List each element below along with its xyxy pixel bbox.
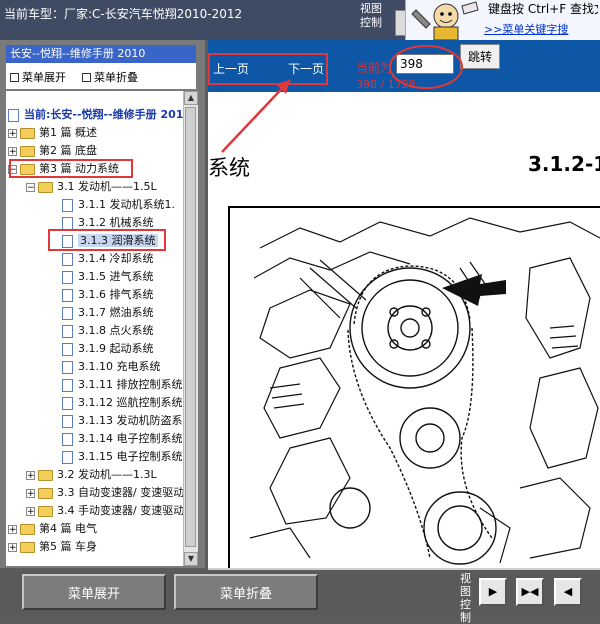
cartoon-mascot-icon [411, 1, 479, 40]
current-page-label: 当前为 [356, 61, 393, 75]
document-icon [62, 324, 73, 338]
tree-item-3-1-3[interactable]: 3.1.3 润滑系统 [62, 232, 158, 249]
expand-icon [10, 72, 19, 82]
section-number: 3.1.2-1 [528, 152, 600, 176]
annotation-arrow [221, 79, 291, 153]
scroll-up-icon[interactable]: ▲ [184, 91, 198, 105]
collapse-toggle-icon[interactable]: − [26, 182, 35, 192]
bottom-view-control-label: 视图控制 [460, 572, 471, 624]
tree-expand-button[interactable]: 菜单展开 [10, 69, 66, 85]
ad-link[interactable]: >>菜单关键字搜 [484, 21, 568, 37]
document-icon [8, 108, 19, 122]
folder-icon [38, 469, 53, 481]
document-icon [62, 270, 73, 284]
folder-open-icon [20, 163, 35, 175]
sidebar-header: 长安--悦翔--维修手册 2010 [6, 45, 196, 63]
folder-icon [38, 487, 53, 499]
ad-text: 键盘按 Ctrl+F 查找文字! [488, 2, 598, 16]
tree-item-3-1-6[interactable]: 3.1.6 排气系统 [62, 286, 154, 303]
tree-item-chapter-2[interactable]: + 第2 篇 底盘 [8, 142, 97, 159]
tree-item-3-1-10[interactable]: 3.1.10 充电系统 [62, 358, 160, 375]
tree-expand-label: 菜单展开 [22, 71, 66, 84]
sidebar-actions: 菜单展开 菜单折叠 [6, 63, 196, 89]
tree-item-3-1-14[interactable]: 3.1.14 电子控制系统 [62, 430, 182, 447]
tree-collapse-button[interactable]: 菜单折叠 [82, 69, 138, 85]
folder-icon [38, 505, 53, 517]
folder-icon [20, 541, 35, 553]
view-split-icon[interactable]: ▶◀ [516, 578, 544, 606]
document-viewer: 上一页 下一页 当前为 跳转 398 / 1728 系统 3.1.2-1 [208, 40, 600, 568]
engine-timing-belt-illustration [249, 217, 600, 565]
ad-banner[interactable]: 键盘按 Ctrl+F 查找文字! >>菜单关键字搜 [405, 0, 600, 40]
expand-toggle-icon[interactable]: + [8, 524, 17, 534]
tree-item-3-1-11[interactable]: 3.1.11 排放控制系统 [62, 376, 182, 393]
document-icon [62, 396, 73, 410]
tree-item-3-1-15[interactable]: 3.1.15 电子控制系统 [62, 448, 182, 465]
tree-item-chapter-3[interactable]: − 第3 篇 动力系统 [8, 160, 119, 177]
expand-toggle-icon[interactable]: + [26, 506, 35, 516]
tree-root[interactable]: 当前:长安--悦翔--维修手册 2010 [8, 106, 183, 123]
expand-toggle-icon[interactable]: + [26, 470, 35, 480]
tree-scrollbar[interactable]: ▲ ▼ [183, 91, 198, 566]
jump-button[interactable]: 跳转 [460, 44, 500, 69]
document-icon [62, 414, 73, 428]
document-icon [62, 342, 73, 356]
view-left-arrow-icon[interactable]: ◀ [554, 578, 582, 606]
window-title: 当前车型：厂家:C-长安汽车悦翔2010-2012 [4, 7, 243, 21]
expand-toggle-icon[interactable]: + [8, 542, 17, 552]
tree-root-label: 当前:长安--悦翔--维修手册 2010 [24, 108, 183, 121]
menu-collapse-button[interactable]: 菜单折叠 [174, 574, 318, 610]
document-icon [62, 306, 73, 320]
tree-item-3-1-1[interactable]: 3.1.1 发动机系统1. [62, 196, 175, 213]
document-heading: 系统 [208, 156, 250, 180]
tree-item-3-1-5[interactable]: 3.1.5 进气系统 [62, 268, 154, 285]
tree-item-3-1-13[interactable]: 3.1.13 发动机防盗系统 [62, 412, 183, 429]
sidebar: 长安--悦翔--维修手册 2010 菜单展开 菜单折叠 当前:长安--悦翔--维… [0, 40, 205, 568]
bottom-toolbar: 菜单展开 菜单折叠 视图控制 ▶ ▶◀ ◀ [0, 570, 600, 624]
manual-tree[interactable]: 当前:长安--悦翔--维修手册 2010 + 第1 篇 概述 + 第2 篇 底盘 −… [6, 91, 183, 566]
engine-diagram [228, 206, 600, 568]
highlight-ellipse [389, 45, 463, 89]
document-icon [62, 252, 73, 266]
tree-item-3-3[interactable]: +3.3 自动变速器/ 变速驱动 [26, 484, 183, 501]
tree-item-chapter-5[interactable]: + 第5 篇 车身 [8, 538, 97, 555]
tree-item-3-1-2[interactable]: 3.1.2 机械系统 [62, 214, 154, 231]
menu-expand-button[interactable]: 菜单展开 [22, 574, 166, 610]
tree-item-3-4[interactable]: +3.4 手动变速器/ 变速驱动 [26, 502, 183, 519]
tree-item-3-1-4[interactable]: 3.1.4 冷却系统 [62, 250, 154, 267]
tree-item-chapter-1[interactable]: + 第1 篇 概述 [8, 124, 97, 141]
tree-item-3-2[interactable]: +3.2 发动机——1.3L [26, 466, 157, 483]
tree-item-3-1-8[interactable]: 3.1.8 点火系统 [62, 322, 154, 339]
document-icon [62, 450, 73, 464]
view-right-arrow-icon[interactable]: ▶ [479, 578, 507, 606]
document-icon [62, 288, 73, 302]
document-icon [62, 198, 73, 212]
title-bar: 当前车型：厂家:C-长安汽车悦翔2010-2012 视图控制 键盘按 Ctrl+… [0, 0, 600, 40]
tree-item-chapter-4[interactable]: + 第4 篇 电气 [8, 520, 97, 537]
tree-item-3-1-7[interactable]: 3.1.7 燃油系统 [62, 304, 154, 321]
folder-icon [20, 127, 35, 139]
tree-item-3-1[interactable]: −3.1 发动机——1.5L [26, 178, 157, 195]
collapse-toggle-icon[interactable]: − [8, 164, 17, 174]
tree-item-3-1-12[interactable]: 3.1.12 巡航控制系统 [62, 394, 182, 411]
expand-toggle-icon[interactable]: + [26, 488, 35, 498]
scroll-down-icon[interactable]: ▼ [184, 552, 198, 566]
view-control-label: 视图控制 [360, 2, 382, 29]
scrollbar-thumb[interactable] [185, 107, 196, 547]
collapse-icon [82, 72, 91, 82]
folder-icon [20, 523, 35, 535]
document-icon [62, 378, 73, 392]
document-icon [62, 234, 73, 248]
expand-toggle-icon[interactable]: + [8, 128, 17, 138]
tree-collapse-label: 菜单折叠 [94, 71, 138, 84]
document-icon [62, 216, 73, 230]
folder-icon [20, 145, 35, 157]
document-icon [62, 432, 73, 446]
document-icon [62, 360, 73, 374]
folder-open-icon [38, 181, 53, 193]
expand-toggle-icon[interactable]: + [8, 146, 17, 156]
tree-item-3-1-9[interactable]: 3.1.9 起动系统 [62, 340, 154, 357]
